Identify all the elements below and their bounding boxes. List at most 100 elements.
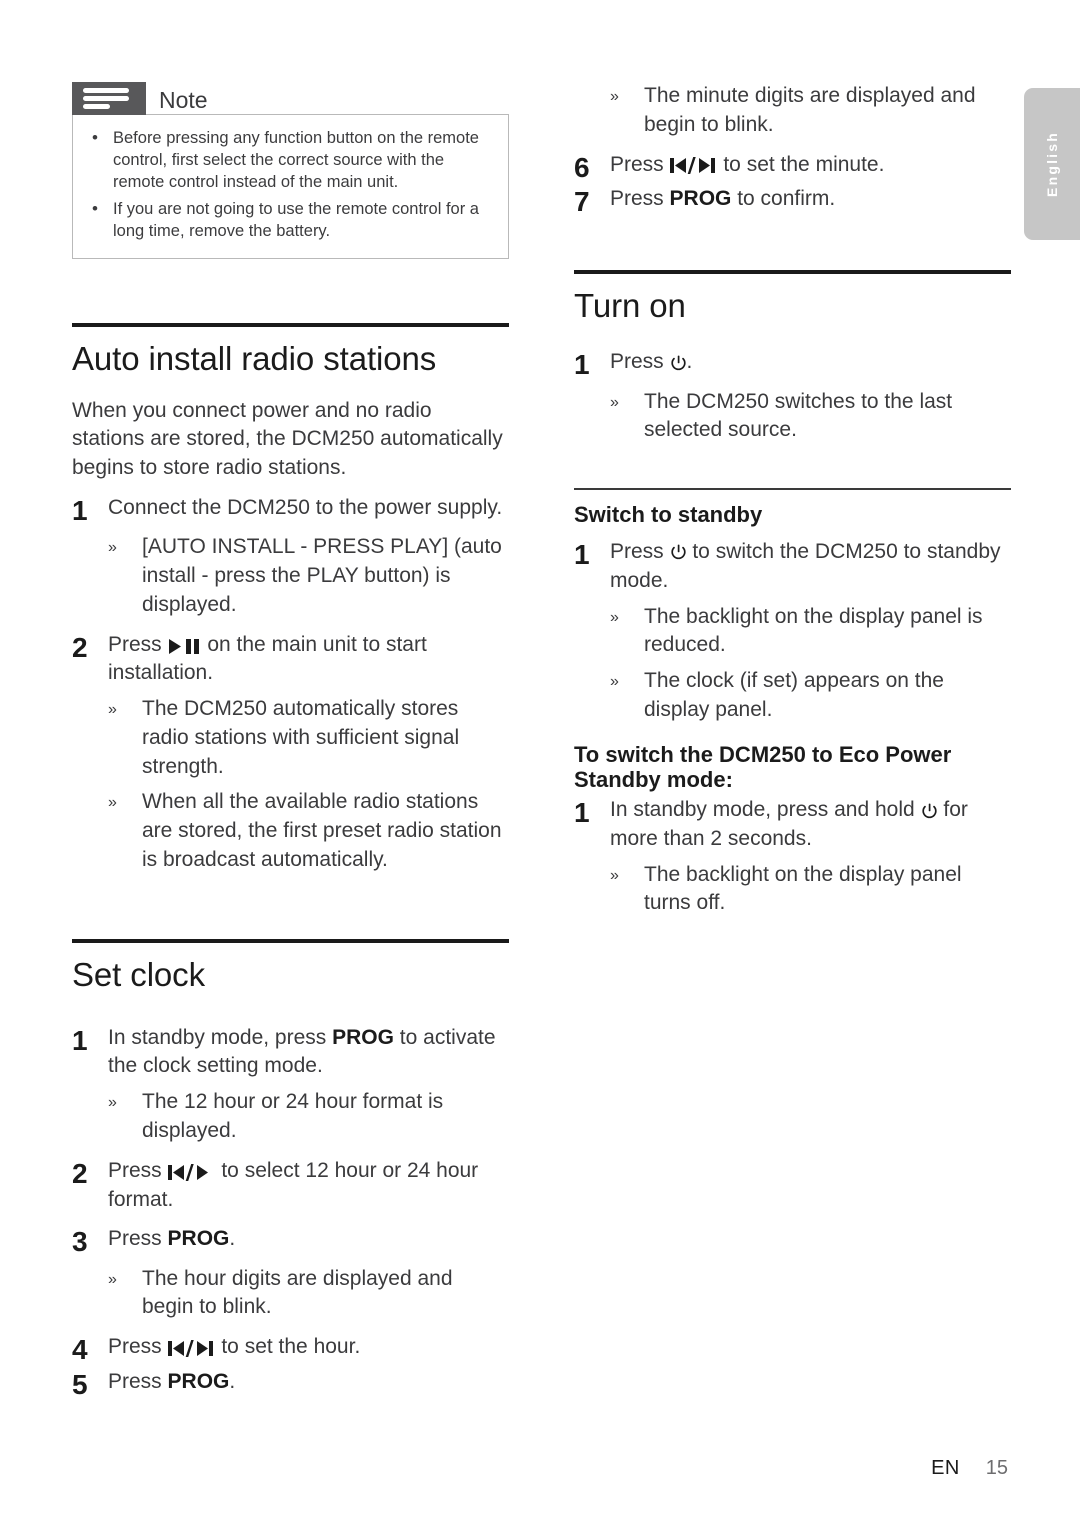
note-body: Before pressing any function button on t… — [72, 114, 509, 259]
step-number: 1 — [574, 349, 590, 381]
section-turn-on: Turn on 1 Press . » The DCM250 switches … — [574, 270, 1011, 445]
step-number: 4 — [72, 1334, 88, 1366]
steps-list: 1 In standby mode, press PROG to activat… — [72, 1024, 509, 1400]
result-text: The backlight on the display panel turns… — [644, 862, 962, 915]
steps-list-eco: 1 In standby mode, press and hold for mo… — [574, 796, 1011, 918]
step-text: Press PROG. — [108, 1368, 509, 1397]
step-item: 5 Press PROG. — [72, 1368, 509, 1400]
list-item: If you are not going to use the remote c… — [87, 198, 492, 243]
subsection-title: Switch to standby — [574, 501, 763, 527]
step-item: 7 Press PROG to confirm. — [574, 185, 1011, 217]
step-text-before: Press — [610, 539, 670, 563]
step-text: Press PROG. — [108, 1225, 509, 1254]
result-item: » The backlight on the display panel is … — [574, 603, 1011, 661]
step-text: In standby mode, press PROG to activate … — [108, 1024, 509, 1082]
intro-paragraph: When you connect power and no radio stat… — [72, 398, 503, 480]
keyword-prog: PROG — [669, 186, 732, 210]
step-number: 1 — [72, 494, 88, 526]
result-item: » The DCM250 switches to the last select… — [574, 388, 1011, 446]
document-page: English Note Before pressing any functio… — [0, 0, 1080, 1528]
step-text-before: Press — [108, 1158, 168, 1182]
step-text-before: Press — [610, 186, 670, 210]
result-item: » When all the available radio stations … — [72, 788, 509, 874]
result-text: The DCM250 automatically stores radio st… — [142, 697, 460, 778]
steps-list-continued: » The minute digits are displayed and be… — [574, 82, 1011, 217]
section-auto-install: Auto install radio stations When you con… — [72, 322, 509, 875]
step-text-before: In standby mode, press — [108, 1025, 333, 1049]
section-switch-standby: Switch to standby 1 Press to switch the … — [574, 488, 1011, 918]
step-text-after: to confirm. — [731, 186, 836, 210]
language-tab-label: English — [1044, 131, 1060, 197]
section-title: Set clock — [72, 955, 205, 993]
step-item: 1 In standby mode, press PROG to activat… — [72, 1024, 509, 1082]
result-marker: » — [610, 866, 619, 884]
heading-rule — [72, 322, 509, 327]
step-text-before: Press — [108, 1369, 168, 1393]
result-marker: » — [108, 701, 117, 719]
step-text-before: Press — [108, 1227, 168, 1251]
result-item: » The 12 hour or 24 hour format is displ… — [72, 1088, 509, 1146]
result-marker: » — [610, 393, 619, 411]
keyword-prog: PROG — [167, 1369, 230, 1393]
eco-power-subheading: To switch the DCM250 to Eco Power Standb… — [574, 741, 952, 792]
result-item: » [AUTO INSTALL - PRESS PLAY] (auto inst… — [72, 533, 509, 619]
step-item: 2 Press on the main unit to start instal… — [72, 631, 509, 689]
section-set-clock: Set clock 1 In standby mode, press PROG … — [72, 938, 509, 1400]
prev-next-icon — [167, 1340, 216, 1358]
result-marker: » — [108, 1094, 117, 1112]
result-marker: » — [108, 539, 117, 557]
power-icon — [670, 355, 687, 373]
footer-page-number: 15 — [985, 1457, 1008, 1479]
step-item: 6 Press to set the minute. — [574, 151, 1011, 183]
result-item: » The clock (if set) appears on the disp… — [574, 667, 1011, 725]
step-item: 1 Press . — [574, 348, 1011, 380]
step-text: Press to set the hour. — [108, 1333, 509, 1362]
step-text-before: Press — [610, 152, 670, 176]
step-text: Press to select 12 hour or 24 hour forma… — [108, 1157, 509, 1215]
step-item: 3 Press PROG. — [72, 1225, 509, 1257]
right-column: » The minute digits are displayed and be… — [574, 82, 1011, 918]
step-text-before: Press — [610, 350, 670, 374]
step-text: Press . — [610, 348, 1011, 377]
footer-locale: EN — [931, 1457, 960, 1479]
result-item: » The DCM250 automatically stores radio … — [72, 695, 509, 781]
step-text-after: . — [229, 1227, 236, 1251]
step-number: 6 — [574, 151, 590, 183]
result-marker: » — [610, 88, 619, 105]
steps-list: 1 Connect the DCM250 to the power supply… — [72, 494, 509, 875]
result-marker: » — [610, 608, 619, 626]
step-text: Connect the DCM250 to the power supply. — [108, 494, 509, 523]
result-marker: » — [108, 794, 117, 812]
note-list: Before pressing any function button on t… — [87, 127, 492, 243]
step-text-after: . — [686, 350, 693, 374]
step-text: Press PROG to confirm. — [610, 185, 1011, 214]
step-item: 2 Press to select 12 hour or 24 hour for… — [72, 1157, 509, 1215]
step-text: Press to set the minute. — [610, 151, 1011, 180]
power-icon — [670, 544, 687, 562]
result-text: The clock (if set) appears on the displa… — [644, 669, 944, 721]
step-text-after: to set the minute. — [717, 152, 885, 176]
heading-rule — [574, 270, 1011, 275]
step-number: 7 — [574, 185, 590, 217]
steps-list: 1 Press to switch the DCM250 to standby … — [574, 538, 1011, 725]
prev-next-icon — [167, 1163, 216, 1181]
prev-next-icon — [669, 157, 718, 175]
play-pause-icon — [168, 638, 202, 655]
power-icon — [921, 803, 938, 821]
result-text: When all the available radio stations ar… — [142, 790, 502, 871]
step-number: 1 — [574, 797, 590, 829]
step-text-main: Connect the DCM250 to the power supply. — [108, 495, 503, 519]
step-number: 5 — [72, 1368, 88, 1400]
subheading-rule — [574, 488, 1011, 490]
step-item: 1 Connect the DCM250 to the power supply… — [72, 494, 509, 526]
heading-rule — [72, 938, 509, 943]
step-text: Press to switch the DCM250 to standby mo… — [610, 538, 1011, 596]
note-box: Note Before pressing any function button… — [72, 82, 509, 259]
result-text: The minute digits are displayed and begi… — [644, 84, 976, 136]
keyword-prog: PROG — [332, 1025, 394, 1049]
result-item: » The backlight on the display panel tur… — [574, 861, 1011, 919]
result-text: The 12 hour or 24 hour format is display… — [142, 1090, 444, 1142]
left-column: Note Before pressing any function button… — [72, 82, 509, 1400]
step-item: 1 In standby mode, press and hold for mo… — [574, 796, 1011, 854]
step-text-after: to set the hour. — [215, 1335, 361, 1359]
